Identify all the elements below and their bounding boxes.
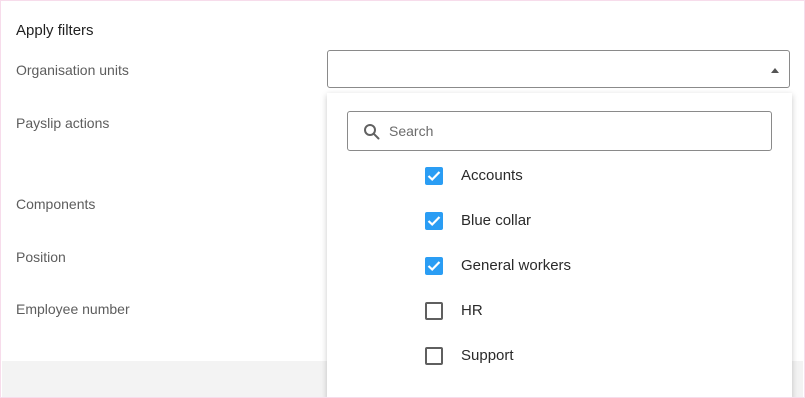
option-general-workers[interactable]: General workers xyxy=(425,255,725,279)
filter-label-employee-number: Employee number xyxy=(16,301,130,317)
caret-up-icon[interactable] xyxy=(771,68,779,73)
dropdown-search-box[interactable] xyxy=(347,111,772,151)
checkbox-checked-icon[interactable] xyxy=(425,257,443,275)
search-icon xyxy=(364,124,380,140)
organisation-units-dropdown: Accounts Blue collar General workers HR … xyxy=(327,93,792,397)
filter-label-organisation-units: Organisation units xyxy=(16,62,129,78)
filter-label-components: Components xyxy=(16,196,96,212)
option-label: Accounts xyxy=(461,167,523,184)
filter-panel: Apply filters Organisation units Payslip… xyxy=(0,0,805,398)
option-label: Support xyxy=(461,347,514,364)
checkbox-unchecked-icon[interactable] xyxy=(425,347,443,365)
option-support[interactable]: Support xyxy=(425,345,725,369)
filter-label-payslip-actions: Payslip actions xyxy=(16,115,110,131)
option-blue-collar[interactable]: Blue collar xyxy=(425,210,725,234)
filter-label-position: Position xyxy=(16,249,66,265)
option-label: Blue collar xyxy=(461,212,532,229)
panel-title: Apply filters xyxy=(16,22,94,39)
search-input[interactable] xyxy=(389,121,759,141)
option-label: HR xyxy=(461,302,483,319)
checkbox-unchecked-icon[interactable] xyxy=(425,302,443,320)
option-accounts[interactable]: Accounts xyxy=(425,165,725,189)
organisation-units-select[interactable] xyxy=(327,50,790,88)
checkbox-checked-icon[interactable] xyxy=(425,212,443,230)
option-hr[interactable]: HR xyxy=(425,300,725,324)
checkbox-checked-icon[interactable] xyxy=(425,167,443,185)
option-label: General workers xyxy=(461,257,572,274)
